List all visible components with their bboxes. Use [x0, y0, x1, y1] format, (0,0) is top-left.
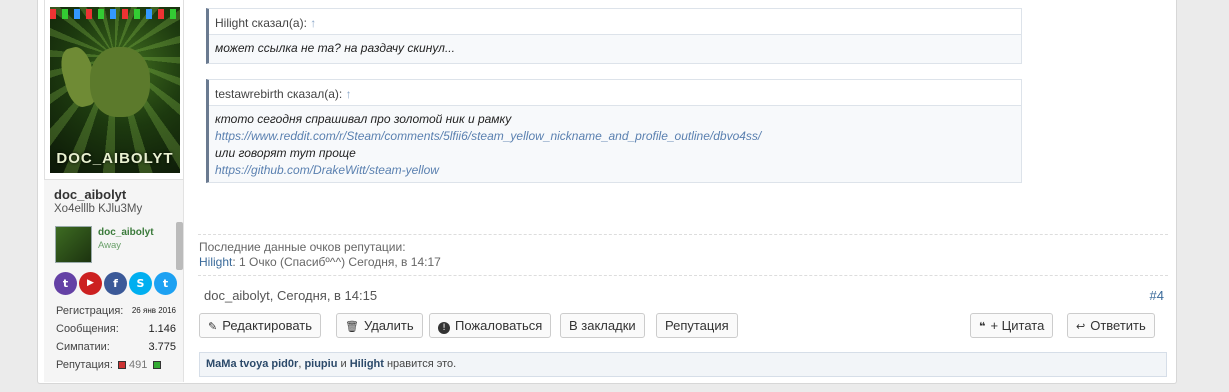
- twitch-icon[interactable]: t: [54, 272, 77, 295]
- reply-label: Ответить: [1090, 318, 1146, 333]
- stat-label: Сообщения:: [56, 323, 119, 335]
- like-user-link[interactable]: MaMa tvoya pid0r: [206, 358, 298, 370]
- panel-collapse-handle[interactable]: [176, 222, 183, 270]
- post-permalink[interactable]: #4: [1150, 288, 1164, 303]
- delete-button[interactable]: 🗑 Удалить: [336, 313, 423, 338]
- stat-value: 26 янв 2016: [131, 306, 176, 315]
- divider: [198, 275, 1168, 276]
- mini-profile-name[interactable]: doc_aibolyt: [98, 227, 154, 238]
- quote-body: может ссылка не та? на раздачу скинул...: [209, 35, 1021, 62]
- edit-button[interactable]: ✎ Редактировать: [199, 313, 322, 338]
- user-stats: Регистрация: 26 янв 2016 Сообщения: 1.14…: [56, 305, 182, 377]
- reputation-entry: Hilight: 1 Очко (Спасибº^^) Сегодня, в 1…: [199, 255, 441, 269]
- report-button[interactable]: ! Пожаловаться: [429, 313, 552, 338]
- like-user-link[interactable]: piupiu: [304, 358, 337, 370]
- reputation-detail: : 1 Очко (Спасибº^^) Сегодня, в 14:17: [232, 255, 441, 269]
- likes-suffix: нравится это.: [383, 358, 457, 370]
- quote-text: или говорят тут проще: [215, 146, 356, 160]
- social-icons: t ▶ f S t: [54, 272, 184, 296]
- likes-separator: и: [337, 358, 350, 370]
- avatar-garland-lights: [50, 9, 180, 19]
- edit-label: Редактировать: [222, 318, 313, 333]
- stat-registration: Регистрация: 26 янв 2016: [56, 305, 182, 323]
- divider: [198, 234, 1168, 235]
- stat-messages: Сообщения: 1.146: [56, 323, 182, 341]
- skype-icon[interactable]: S: [129, 272, 152, 295]
- reputation-count: 491: [129, 359, 148, 371]
- reputation-button[interactable]: Репутация: [656, 313, 738, 338]
- quote-block: testawrebirth сказал(а): ↑ ктото сегодня…: [206, 79, 1022, 183]
- user-title: Xo4elllb KJlu3My: [54, 203, 143, 215]
- quote-author: Hilight сказал(а):: [215, 16, 307, 30]
- quote-label: + Цитата: [990, 318, 1045, 333]
- quote-header: Hilight сказал(а): ↑: [209, 9, 1021, 35]
- quote-link[interactable]: https://github.com/DrakeWitt/steam-yello…: [215, 162, 1015, 179]
- twitter-icon[interactable]: t: [154, 272, 177, 295]
- message-post: DOC_AIBOLYT doc_aibolyt Xo4elllb KJlu3My…: [37, 0, 1177, 384]
- stat-value[interactable]: 1.146: [148, 323, 176, 335]
- mini-profile-card[interactable]: doc_aibolyt Away: [52, 224, 180, 266]
- negative-rep-icon: [118, 361, 126, 369]
- avatar-caption: DOC_AIBOLYT: [56, 150, 174, 167]
- like-user-link[interactable]: Hilight: [350, 358, 384, 370]
- quote-icon: ❝: [979, 320, 986, 333]
- bookmark-label: В закладки: [569, 318, 636, 333]
- exclamation-icon: !: [438, 322, 450, 334]
- user-info-panel: DOC_AIBOLYT doc_aibolyt Xo4elllb KJlu3My…: [44, 0, 184, 382]
- reply-button[interactable]: ↩ Ответить: [1067, 313, 1155, 338]
- mini-avatar[interactable]: [55, 226, 92, 263]
- report-label: Пожаловаться: [455, 318, 543, 333]
- youtube-icon[interactable]: ▶: [79, 272, 102, 295]
- delete-label: Удалить: [363, 318, 414, 333]
- jump-to-quote-icon[interactable]: ↑: [346, 87, 352, 101]
- quote-body: ктото сегодня спрашивал про золотой ник …: [209, 106, 1021, 184]
- reply-arrow-icon: ↩: [1076, 320, 1086, 333]
- stat-reputation: Репутация: 491: [56, 359, 182, 377]
- reputation-user-link[interactable]: Hilight: [199, 255, 232, 269]
- stat-value: 3.775: [148, 341, 176, 353]
- post-author-date[interactable]: doc_aibolyt, Сегодня, в 14:15: [204, 288, 377, 303]
- trash-icon: 🗑: [345, 320, 359, 333]
- stat-likes: Симпатии: 3.775: [56, 341, 182, 359]
- avatar-frame: DOC_AIBOLYT: [44, 0, 184, 180]
- likes-summary: MaMa tvoya pid0r, piupiu и Hilight нрави…: [199, 352, 1167, 377]
- positive-rep-icon: [153, 361, 162, 369]
- pencil-icon: ✎: [208, 320, 218, 333]
- stat-label: Симпатии:: [56, 341, 110, 353]
- jump-to-quote-icon[interactable]: ↑: [310, 16, 316, 30]
- quote-header: testawrebirth сказал(а): ↑: [209, 80, 1021, 106]
- facebook-icon[interactable]: f: [104, 272, 127, 295]
- reputation-value: 491: [118, 359, 164, 371]
- reputation-label: Репутация: [665, 318, 729, 333]
- avatar[interactable]: DOC_AIBOLYT: [50, 7, 180, 173]
- quote-block: Hilight сказал(а): ↑ может ссылка не та?…: [206, 8, 1022, 64]
- quote-link[interactable]: https://www.reddit.com/r/Steam/comments/…: [215, 128, 1015, 145]
- quote-author: testawrebirth сказал(а):: [215, 87, 343, 101]
- stat-label: Репутация:: [56, 359, 113, 371]
- reputation-heading: Последние данные очков репутации:: [199, 240, 406, 254]
- quote-text: может ссылка не та? на раздачу скинул...: [215, 41, 455, 55]
- bookmark-button[interactable]: В закладки: [560, 313, 645, 338]
- avatar-face: [90, 47, 150, 117]
- mini-profile-status: Away: [98, 240, 122, 251]
- quote-button[interactable]: ❝ + Цитата: [970, 313, 1054, 338]
- username[interactable]: doc_aibolyt: [54, 187, 126, 202]
- quote-text: ктото сегодня спрашивал про золотой ник …: [215, 112, 512, 126]
- stat-label: Регистрация:: [56, 305, 124, 317]
